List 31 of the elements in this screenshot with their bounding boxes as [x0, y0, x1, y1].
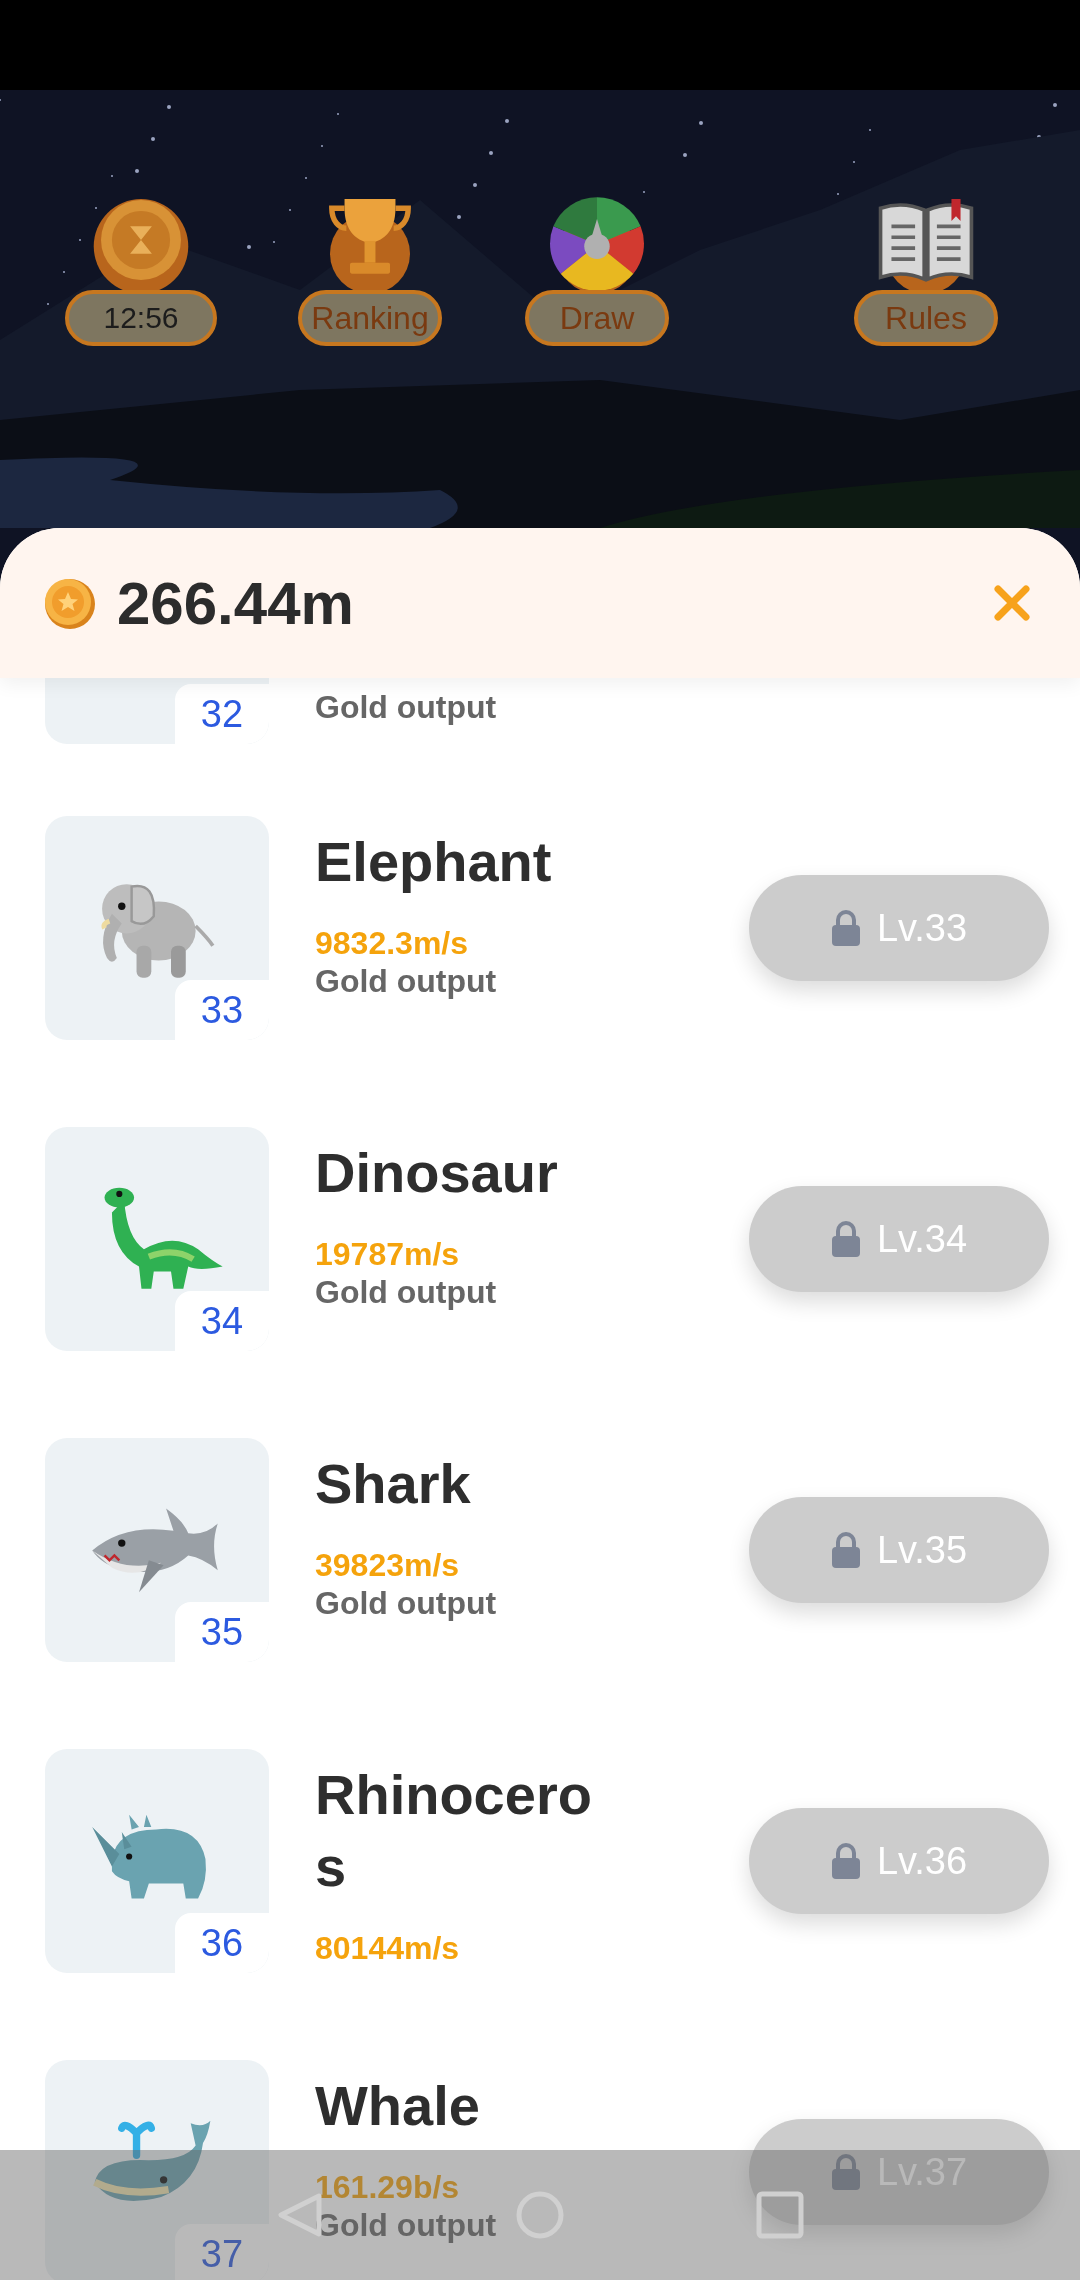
animal-name: Whale — [315, 2073, 481, 2139]
output-label: Gold output — [315, 1273, 497, 1311]
animal-name: Dinosaur — [315, 1140, 559, 1206]
lock-icon — [830, 2154, 861, 2190]
draw-button[interactable]: Draw — [525, 290, 669, 346]
output-label: Gold output — [315, 962, 497, 1000]
countdown-timer: 12:56 — [65, 290, 217, 346]
output-label: Gold output — [315, 688, 497, 726]
level-number: 37 — [175, 2224, 269, 2280]
level-number: 35 — [175, 1602, 269, 1662]
output-rate: 39823m/s — [315, 1546, 460, 1584]
output-rate: 19787m/s — [315, 1235, 460, 1273]
lock-icon — [830, 1221, 861, 1257]
coin-icon — [43, 576, 97, 630]
level-number: 34 — [175, 1291, 269, 1351]
level-number: 33 — [175, 980, 269, 1040]
animal-name: Elephant — [315, 829, 553, 895]
ranking-button[interactable]: Ranking — [298, 290, 442, 346]
lock-icon — [830, 910, 861, 946]
lock-icon — [830, 1532, 861, 1568]
level-number: 32 — [175, 684, 269, 744]
lock-icon — [830, 1843, 861, 1879]
output-rate: 80144m/s — [315, 1929, 460, 1967]
balance-amount: 266.44m — [117, 568, 355, 638]
output-rate: 161.29b/s — [315, 2168, 460, 2206]
level-number: 36 — [175, 1913, 269, 1973]
rules-button[interactable]: Rules — [854, 290, 998, 346]
output-label: Gold output — [315, 1584, 497, 1622]
animal-name: Shark — [315, 1451, 472, 1517]
animal-name: Rhinoceros — [315, 1762, 593, 1900]
output-rate: 9832.3m/s — [315, 924, 468, 962]
